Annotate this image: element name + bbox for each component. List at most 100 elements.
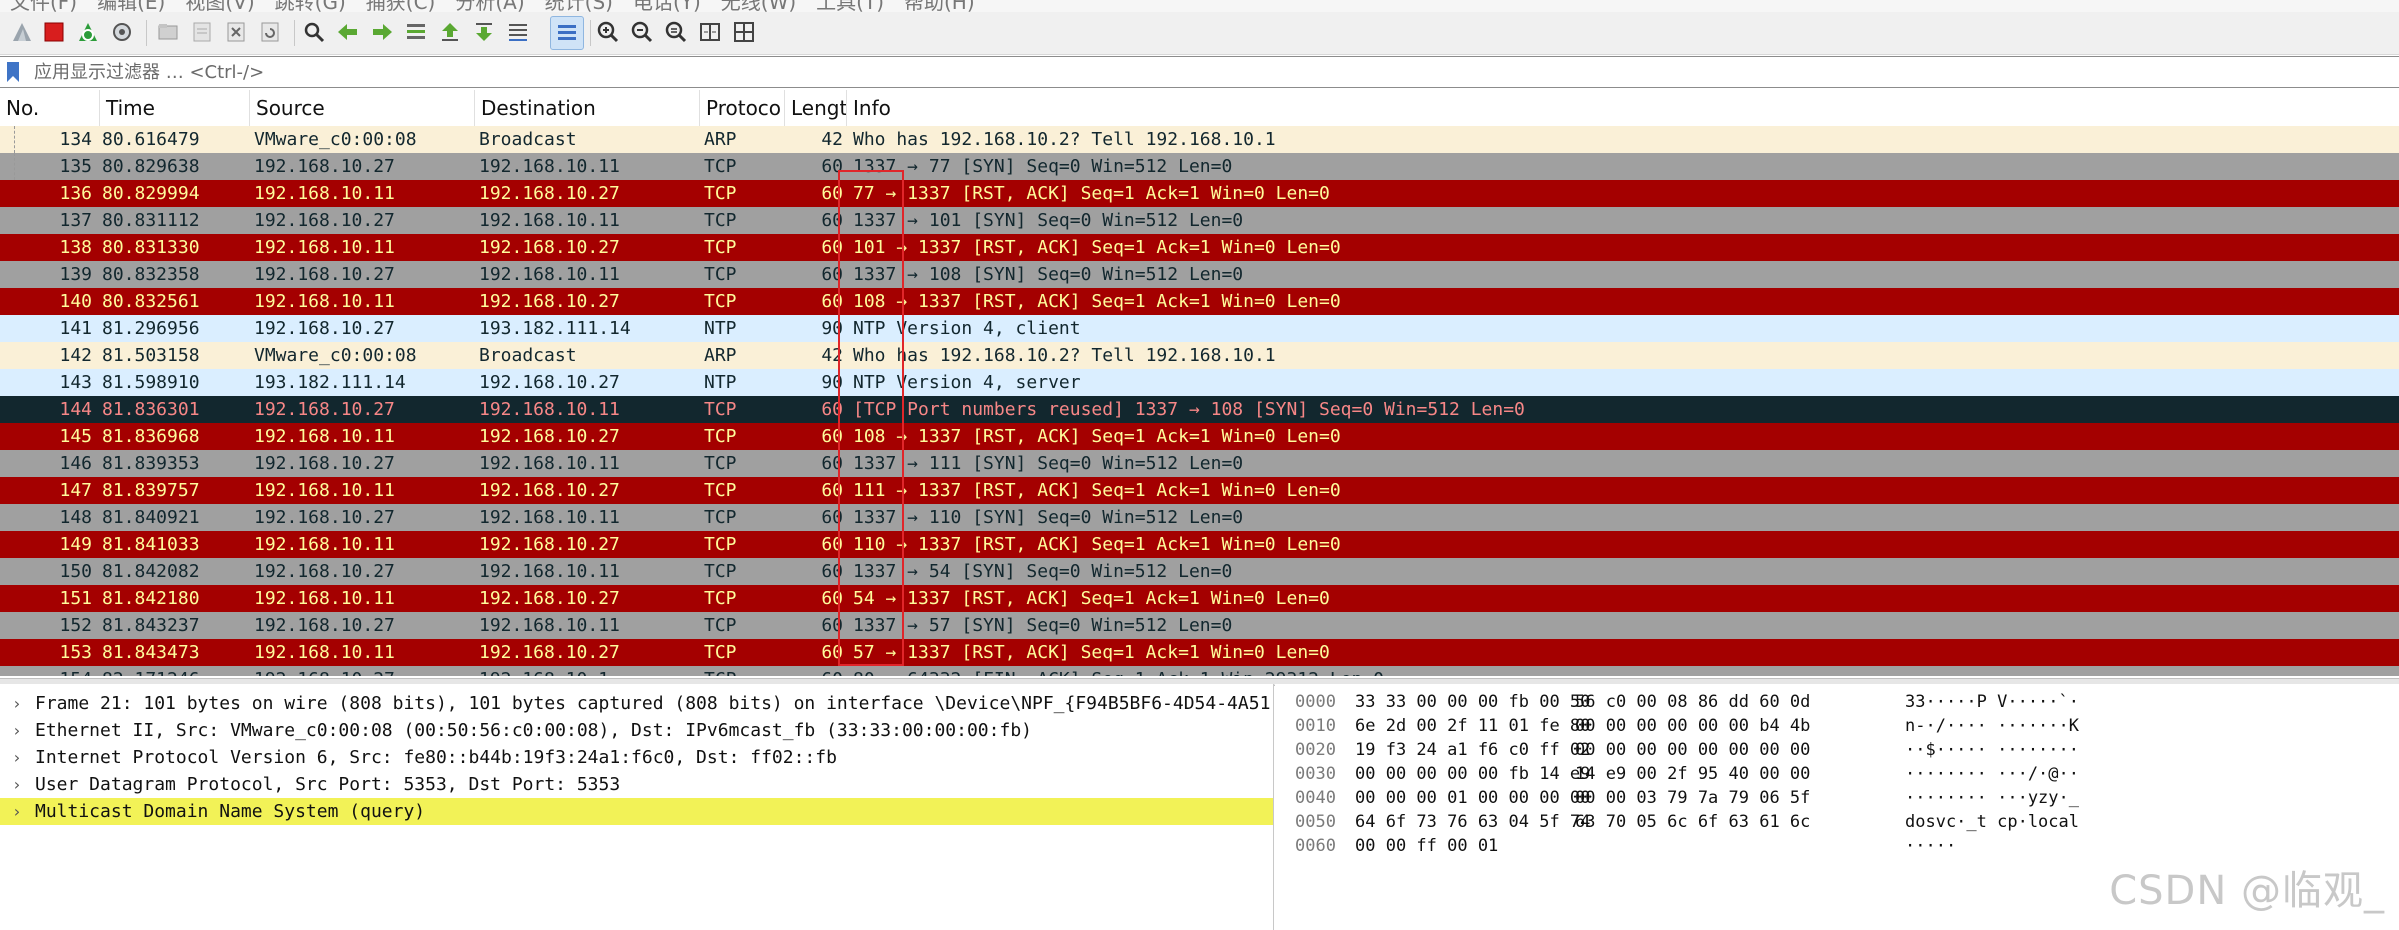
capture-options-icon[interactable] [106, 16, 138, 48]
menu-item[interactable]: 跳转(G) [275, 0, 346, 12]
packet-row[interactable]: 137 80.831112 192.168.10.27 192.168.10.11 TC… [0, 207, 2399, 234]
packet-row[interactable]: 148 81.840921 192.168.10.27 192.168.10.11 TC… [0, 504, 2399, 531]
bytes-ascii[interactable]: n-·/···· ·······K [1905, 714, 2079, 738]
go-first-icon[interactable] [434, 16, 466, 48]
bytes-hex-left[interactable]: 00 00 ff 00 01 [1355, 834, 1498, 858]
packet-row[interactable]: 142 81.503158 VMware_c0:00:08 Broadcast ARP 4… [0, 342, 2399, 369]
detail-tree-item[interactable]: › Multicast Domain Name System (query) [0, 798, 1273, 825]
chevron-right-icon[interactable]: › [12, 771, 22, 798]
bytes-hex-right[interactable]: 63 70 05 6c 6f 63 61 6c [1575, 810, 1810, 834]
autoscroll-icon[interactable] [502, 16, 534, 48]
bytes-ascii[interactable]: ········ ···/·@·· [1905, 762, 2079, 786]
menu-item[interactable]: 捕获(C) [366, 0, 436, 12]
packet-row[interactable]: 153 81.843473 192.168.10.11 192.168.10.27 TC… [0, 639, 2399, 666]
bytes-ascii[interactable]: ··$····· ········ [1905, 738, 2079, 762]
packet-row[interactable]: 146 81.839353 192.168.10.27 192.168.10.11 TC… [0, 450, 2399, 477]
detail-tree-item[interactable]: › Ethernet II, Src: VMware_c0:00:08 (00:5… [0, 717, 1273, 744]
bytes-offset[interactable]: 0050 [1295, 810, 1336, 834]
menu-item[interactable]: 视图(V) [185, 0, 254, 12]
bytes-offset[interactable]: 0020 [1295, 738, 1336, 762]
bytes-offset[interactable]: 0000 [1295, 690, 1336, 714]
column-header-info[interactable]: Info [847, 90, 2399, 126]
packet-row[interactable]: 141 81.296956 192.168.10.27 193.182.111.14 N… [0, 315, 2399, 342]
reload-file-icon[interactable] [254, 16, 286, 48]
go-back-icon[interactable] [332, 16, 364, 48]
packet-row[interactable]: 149 81.841033 192.168.10.11 192.168.10.27 TC… [0, 531, 2399, 558]
chevron-right-icon[interactable]: › [12, 690, 22, 717]
packet-row[interactable]: 140 80.832561 192.168.10.11 192.168.10.27 TC… [0, 288, 2399, 315]
shark-fin-start-icon[interactable] [6, 16, 38, 48]
find-packet-icon[interactable] [298, 16, 330, 48]
column-header-destination[interactable]: Destination [475, 90, 700, 126]
packet-row[interactable]: 136 80.829994 192.168.10.11 192.168.10.27 TC… [0, 180, 2399, 207]
zoom-normal-icon[interactable] [660, 16, 692, 48]
bytes-ascii[interactable]: ········ ···yzy·_ [1905, 786, 2079, 810]
layout-icon[interactable] [728, 16, 760, 48]
bytes-ascii[interactable]: dosvc·_t cp·local [1905, 810, 2079, 834]
packet-row[interactable]: 134 80.616479 VMware_c0:00:08 Broadcast ARP 4… [0, 126, 2399, 153]
bytes-hex-left[interactable]: 64 6f 73 76 63 04 5f 74 [1355, 810, 1590, 834]
go-forward-icon[interactable] [366, 16, 398, 48]
packet-row[interactable]: 145 81.836968 192.168.10.11 192.168.10.27 TC… [0, 423, 2399, 450]
bytes-offset[interactable]: 0060 [1295, 834, 1336, 858]
chevron-right-icon[interactable]: › [12, 744, 22, 771]
packet-row[interactable]: 138 80.831330 192.168.10.11 192.168.10.27 TC… [0, 234, 2399, 261]
bytes-hex-left[interactable]: 33 33 00 00 00 fb 00 50 [1355, 690, 1590, 714]
menu-item[interactable]: 帮助(H) [904, 0, 975, 12]
bytes-hex-left[interactable]: 00 00 00 01 00 00 00 00 [1355, 786, 1590, 810]
menu-item[interactable]: 无线(W) [721, 0, 796, 12]
menu-item[interactable]: 分析(A) [455, 0, 524, 12]
colorize-icon[interactable] [550, 16, 584, 50]
bytes-hex-right[interactable]: 00 00 00 00 00 00 b4 4b [1575, 714, 1810, 738]
column-header-time[interactable]: Time [100, 90, 250, 126]
packet-list[interactable]: 134 80.616479 VMware_c0:00:08 Broadcast ARP 4… [0, 126, 2399, 676]
chevron-right-icon[interactable]: › [12, 798, 22, 825]
packet-row[interactable]: 151 81.842180 192.168.10.11 192.168.10.27 TC… [0, 585, 2399, 612]
go-last-icon[interactable] [468, 16, 500, 48]
filter-bookmark-icon[interactable] [6, 61, 20, 83]
close-file-icon[interactable] [220, 16, 252, 48]
bytes-ascii[interactable]: 33·····P V·····`· [1905, 690, 2079, 714]
resize-columns-icon[interactable] [694, 16, 726, 48]
menu-item[interactable]: 编辑(E) [97, 0, 165, 12]
detail-tree-item[interactable]: › User Datagram Protocol, Src Port: 5353,… [0, 771, 1273, 798]
bytes-hex-right[interactable]: 00 00 00 00 00 00 00 00 [1575, 738, 1810, 762]
menu-item[interactable]: 文件(F) [10, 0, 77, 12]
bytes-offset[interactable]: 0010 [1295, 714, 1336, 738]
packet-row[interactable]: 135 80.829638 192.168.10.27 192.168.10.11 TC… [0, 153, 2399, 180]
stop-capture-icon[interactable] [38, 16, 70, 48]
bytes-hex-left[interactable]: 00 00 00 00 00 fb 14 e9 [1355, 762, 1590, 786]
open-file-icon[interactable] [152, 16, 184, 48]
column-header-no[interactable]: No. [0, 90, 100, 126]
packet-row[interactable]: 154 82.171246 192.168.10.27 192.168.10.1 TCP… [0, 666, 2399, 676]
bytes-hex-left[interactable]: 19 f3 24 a1 f6 c0 ff 02 [1355, 738, 1590, 762]
bytes-offset[interactable]: 0040 [1295, 786, 1336, 810]
bytes-hex-right[interactable]: 14 e9 00 2f 95 40 00 00 [1575, 762, 1810, 786]
bytes-ascii[interactable]: ····· [1905, 834, 1956, 858]
bytes-hex-right[interactable]: 00 00 03 79 7a 79 06 5f [1575, 786, 1810, 810]
menu-item[interactable]: 统计(S) [545, 0, 613, 12]
go-to-packet-icon[interactable] [400, 16, 432, 48]
packet-row[interactable]: 152 81.843237 192.168.10.27 192.168.10.11 TC… [0, 612, 2399, 639]
restart-capture-icon[interactable] [72, 16, 104, 48]
bytes-offset[interactable]: 0030 [1295, 762, 1336, 786]
packet-details-pane[interactable]: › Frame 21: 101 bytes on wire (808 bits),… [0, 684, 1274, 930]
detail-tree-item[interactable]: › Internet Protocol Version 6, Src: fe80:… [0, 744, 1273, 771]
menu-item[interactable]: 工具(T) [816, 0, 884, 12]
column-header-length[interactable]: Lengt [785, 90, 847, 126]
packet-row[interactable]: 150 81.842082 192.168.10.27 192.168.10.11 TC… [0, 558, 2399, 585]
save-file-icon[interactable] [186, 16, 218, 48]
zoom-out-icon[interactable] [626, 16, 658, 48]
packet-row[interactable]: 139 80.832358 192.168.10.27 192.168.10.11 TC… [0, 261, 2399, 288]
packet-row[interactable]: 147 81.839757 192.168.10.11 192.168.10.27 TC… [0, 477, 2399, 504]
bytes-hex-left[interactable]: 6e 2d 00 2f 11 01 fe 80 [1355, 714, 1590, 738]
packet-row[interactable]: 143 81.598910 193.182.111.14 192.168.10.27 N… [0, 369, 2399, 396]
column-header-source[interactable]: Source [250, 90, 475, 126]
column-header-protocol[interactable]: Protoco [700, 90, 785, 126]
zoom-in-icon[interactable] [592, 16, 624, 48]
bytes-hex-right[interactable]: 56 c0 00 08 86 dd 60 0d [1575, 690, 1810, 714]
chevron-right-icon[interactable]: › [12, 717, 22, 744]
packet-row[interactable]: 144 81.836301 192.168.10.27 192.168.10.11 TC… [0, 396, 2399, 423]
detail-tree-item[interactable]: › Frame 21: 101 bytes on wire (808 bits),… [0, 690, 1273, 717]
display-filter-input[interactable] [26, 57, 2399, 87]
